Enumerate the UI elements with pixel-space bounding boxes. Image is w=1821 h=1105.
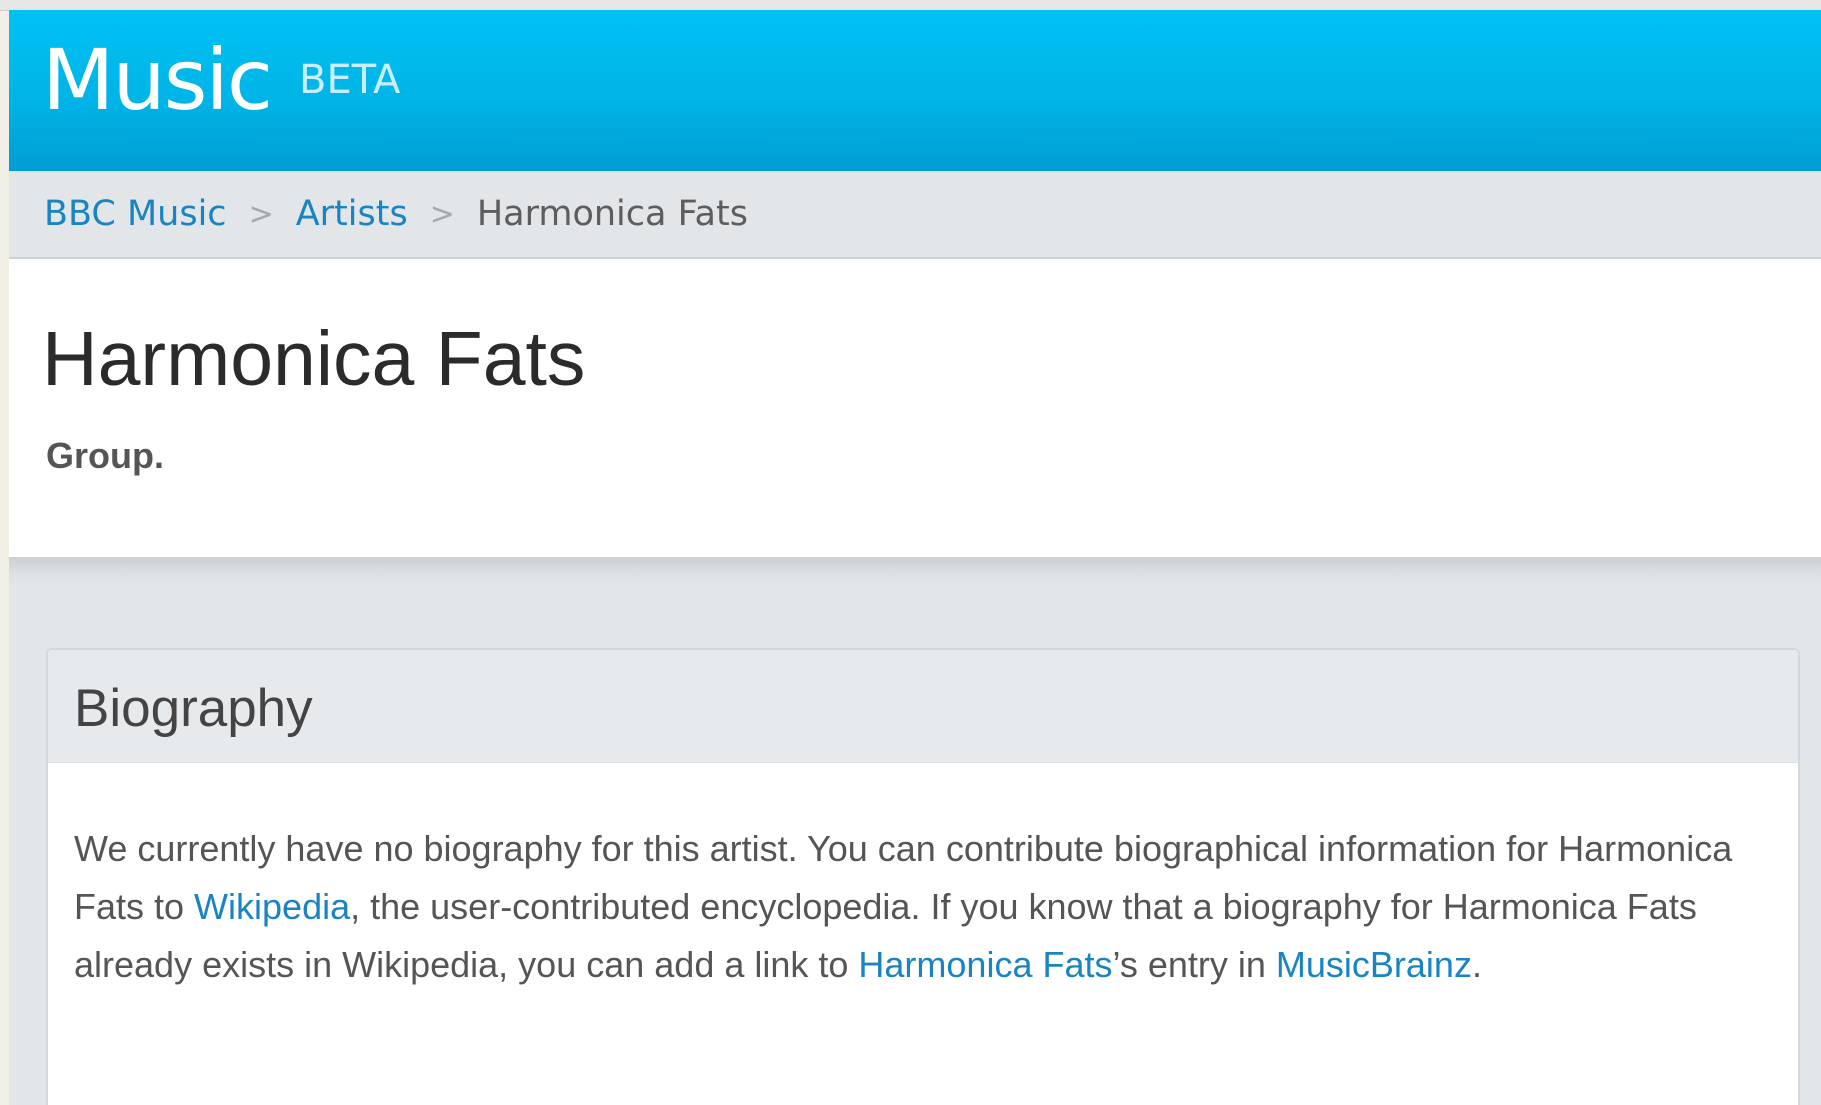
wikipedia-link[interactable]: Wikipedia <box>194 886 350 927</box>
masthead: Music BETA <box>9 10 1821 171</box>
artist-name: Harmonica Fats <box>42 316 586 402</box>
artist-header: Harmonica Fats Group. <box>9 259 1821 557</box>
bbc-music-page: Music BETA BBC Music > Artists > Harmoni… <box>9 10 1821 1105</box>
biography-panel: Biography We currently have no biography… <box>46 648 1800 1105</box>
biography-text-part: ’s entry in <box>1112 944 1276 985</box>
breadcrumb-current-page: Harmonica Fats <box>476 194 748 234</box>
breadcrumb: BBC Music > Artists > Harmonica Fats <box>9 171 1821 259</box>
biography-header: Biography <box>48 650 1798 763</box>
artist-type: Group. <box>46 435 164 476</box>
biography-text: We currently have no biography for this … <box>74 820 1774 994</box>
section-divider-shadow <box>9 557 1821 585</box>
biography-text-part: . <box>1471 944 1482 985</box>
musicbrainz-link[interactable]: MusicBrainz <box>1276 944 1472 985</box>
music-logo[interactable]: Music <box>42 38 273 122</box>
beta-badge: BETA <box>299 57 401 103</box>
artist-entry-link[interactable]: Harmonica Fats <box>858 944 1112 985</box>
breadcrumb-chevron-icon: > <box>429 196 455 232</box>
breadcrumb-chevron-icon: > <box>248 196 274 232</box>
breadcrumb-link-bbc-music[interactable]: BBC Music <box>44 194 227 234</box>
biography-title: Biography <box>74 679 313 738</box>
breadcrumb-link-artists[interactable]: Artists <box>296 194 408 234</box>
